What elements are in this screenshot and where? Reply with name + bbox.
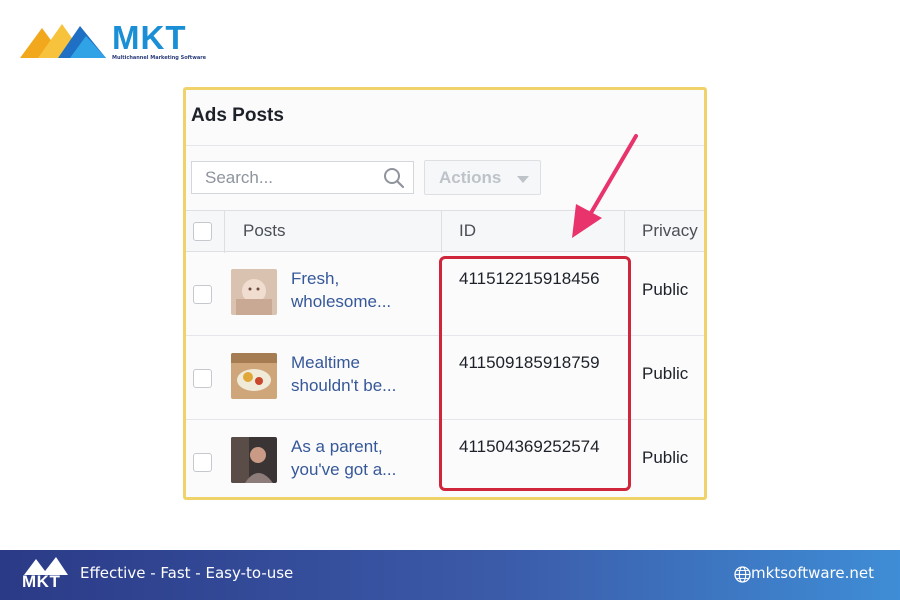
globe-icon xyxy=(734,566,751,583)
post-line: you've got a... xyxy=(291,460,397,479)
post-line: Fresh, xyxy=(291,269,340,288)
post-thumbnail[interactable] xyxy=(231,437,277,483)
column-header-privacy[interactable]: Privacy xyxy=(642,221,698,241)
footer-bar: MKT Effective - Fast - Easy-to-use mktso… xyxy=(0,550,900,600)
column-header-posts[interactable]: Posts xyxy=(243,221,286,241)
post-title-link[interactable]: Fresh, wholesome... xyxy=(291,267,431,313)
actions-dropdown-button[interactable]: Actions xyxy=(424,160,541,195)
panel-title: Ads Posts xyxy=(191,105,284,126)
actions-label: Actions xyxy=(439,168,502,187)
column-header-id[interactable]: ID xyxy=(459,221,476,241)
footer-slogan: Effective - Fast - Easy-to-use xyxy=(80,564,294,582)
column-separator xyxy=(224,211,225,253)
footer-website-link[interactable]: mktsoftware.net xyxy=(751,564,874,582)
column-separator xyxy=(441,211,442,253)
footer-brand-name: MKT xyxy=(22,572,61,591)
row-checkbox[interactable] xyxy=(193,369,212,388)
search-placeholder: Search... xyxy=(205,168,274,187)
search-input[interactable]: Search... xyxy=(191,161,414,194)
id-column-highlight xyxy=(439,256,631,491)
post-title-link[interactable]: As a parent, you've got a... xyxy=(291,435,431,481)
privacy-value: Public xyxy=(642,448,689,467)
post-line: Mealtime xyxy=(291,353,360,372)
post-title-link[interactable]: Mealtime shouldn't be... xyxy=(291,351,431,397)
brand-name: MKT xyxy=(112,19,187,56)
mountain-logo-icon xyxy=(20,23,106,58)
privacy-value: Public xyxy=(642,280,689,299)
row-checkbox[interactable] xyxy=(193,285,212,304)
privacy-value: Public xyxy=(642,364,689,383)
post-thumbnail[interactable] xyxy=(231,269,277,315)
post-line: wholesome... xyxy=(291,292,392,311)
post-line: shouldn't be... xyxy=(291,376,397,395)
ads-posts-panel: Ads Posts Search... Actions Posts ID Pri… xyxy=(183,87,707,500)
post-thumbnail[interactable] xyxy=(231,353,277,399)
brand-tagline: Multichannel Marketing Software xyxy=(112,55,207,61)
pointer-arrow-icon xyxy=(572,134,638,238)
search-icon[interactable] xyxy=(383,167,405,189)
post-line: As a parent, xyxy=(291,437,383,456)
chevron-down-icon xyxy=(517,176,529,183)
brand-logo: MKT Multichannel Marketing Software xyxy=(20,18,206,66)
row-checkbox[interactable] xyxy=(193,453,212,472)
select-all-checkbox[interactable] xyxy=(193,222,212,241)
